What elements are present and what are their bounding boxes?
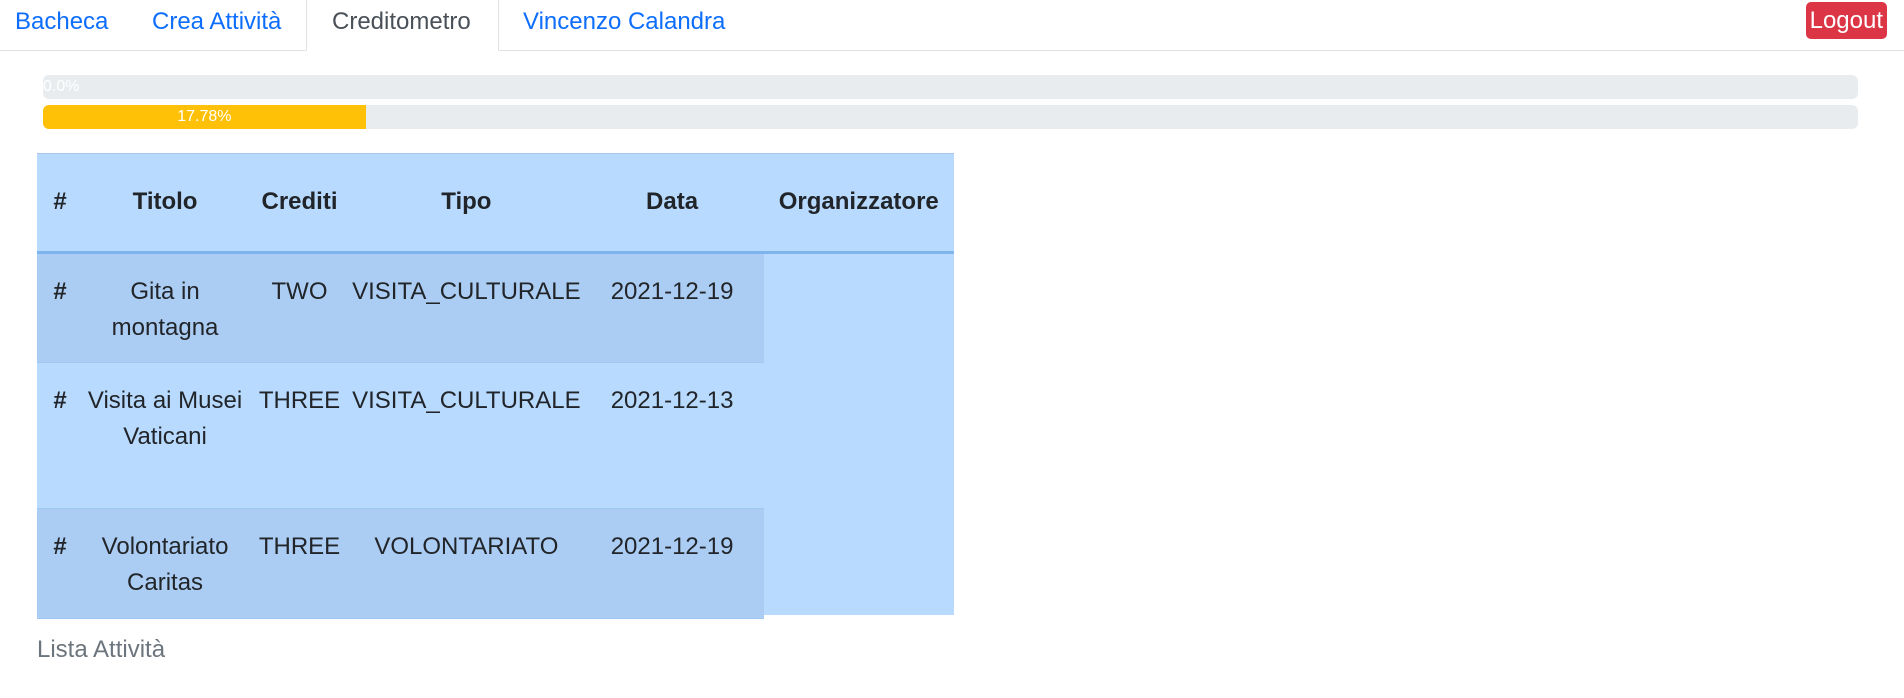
row-index: # (37, 508, 84, 619)
row-index: # (37, 252, 84, 363)
progress-credits-label: 17.78% (177, 108, 232, 125)
top-nav: Bacheca Crea Attività Creditometro Vince… (0, 0, 1904, 51)
header-tipo: Tipo (352, 154, 581, 254)
row-crediti: THREE (246, 362, 353, 509)
header-data: Data (580, 154, 764, 254)
row-data: 2021-12-19 (580, 252, 764, 363)
tab-user-profile[interactable]: Vincenzo Calandra (498, 0, 750, 51)
row-organizzatore (764, 508, 954, 618)
header-index: # (37, 154, 84, 254)
table-row: # Visita ai Musei Vaticani THREE VISITA_… (37, 362, 954, 509)
progress-bar-zero: 0.0% (43, 75, 1858, 99)
row-tipo: VISITA_CULTURALE (352, 362, 581, 509)
row-data: 2021-12-13 (580, 362, 764, 509)
table-row: # Volontariato Caritas THREE VOLONTARIAT… (37, 508, 954, 619)
table-row: # Gita in montagna TWO VISITA_CULTURALE … (37, 252, 954, 363)
tab-bacheca[interactable]: Bacheca (0, 0, 133, 51)
row-index: # (37, 362, 84, 509)
table-caption: Lista Attività (37, 636, 166, 663)
tab-crea-attivita[interactable]: Crea Attività (127, 0, 306, 51)
activities-table: # Titolo Crediti Tipo Data Organizzatore… (37, 153, 954, 619)
progress-bar-credits: 17.78% (43, 105, 1858, 129)
row-organizzatore (764, 252, 954, 362)
progress-fill: 17.78% (43, 105, 366, 129)
progress-zero-label: 0.0% (43, 78, 80, 95)
header-titolo: Titolo (83, 154, 247, 254)
header-organizzatore: Organizzatore (763, 154, 954, 254)
row-tipo: VISITA_CULTURALE (352, 252, 581, 363)
row-crediti: THREE (246, 508, 353, 619)
header-crediti: Crediti (246, 154, 353, 254)
row-tipo: VOLONTARIATO (352, 508, 581, 619)
logout-button[interactable]: Logout (1805, 2, 1887, 39)
row-titolo: Visita ai Musei Vaticani (83, 362, 247, 509)
row-titolo: Gita in montagna (83, 252, 247, 363)
row-data: 2021-12-19 (580, 508, 764, 619)
row-titolo: Volontariato Caritas (83, 508, 247, 619)
tab-creditometro[interactable]: Creditometro (306, 0, 499, 51)
row-organizzatore (764, 362, 954, 508)
row-crediti: TWO (246, 252, 353, 363)
